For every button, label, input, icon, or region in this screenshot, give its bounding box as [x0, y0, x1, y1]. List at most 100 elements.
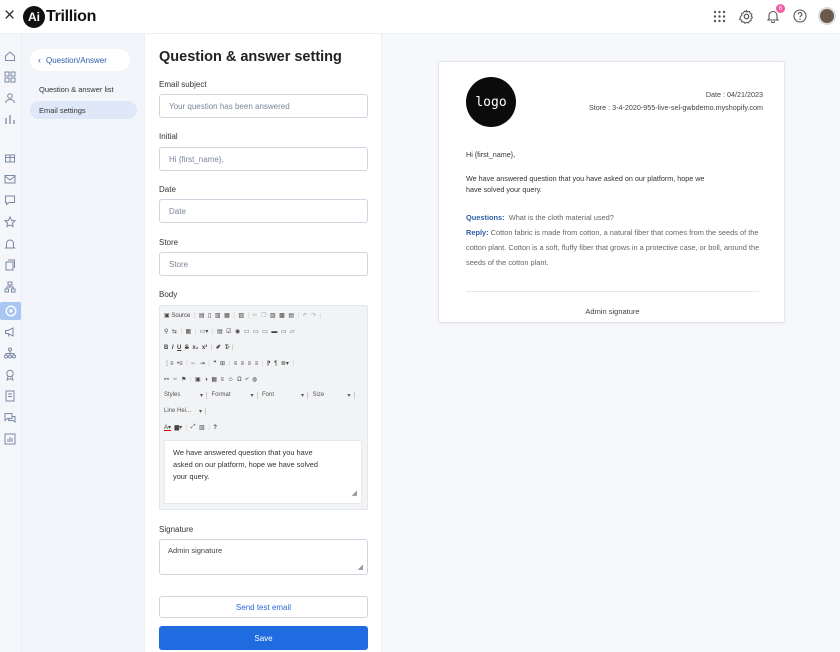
unlink-icon[interactable]: ⚮ [173, 376, 178, 383]
styles-dropdown[interactable]: Styles ▾ [164, 392, 207, 399]
superscript-icon[interactable]: x² [202, 345, 207, 351]
gift-icon[interactable] [3, 150, 17, 164]
hierarchy-icon[interactable] [3, 346, 17, 360]
format-dropdown[interactable]: Format ▾ [212, 392, 258, 399]
remove-format-icon[interactable]: T̷ [224, 345, 228, 351]
find-icon[interactable]: ⚲ [164, 328, 168, 335]
replace-icon[interactable]: ⇆ [172, 328, 177, 335]
app-logo[interactable]: Ai Trillion [23, 6, 96, 28]
align-right-icon[interactable]: ≡ [248, 361, 252, 367]
save-button[interactable]: Save [159, 626, 368, 650]
ltr-icon[interactable]: ⁋ [267, 360, 271, 367]
subnav-item-email-settings[interactable]: Email settings [30, 101, 137, 119]
anchor-flag-icon[interactable]: ⚑ [181, 376, 186, 383]
user-avatar[interactable] [818, 7, 836, 25]
undo-icon[interactable]: ↶ [303, 312, 308, 319]
save-doc-icon[interactable]: ▤ [199, 312, 205, 319]
sitemap-icon[interactable] [3, 280, 17, 294]
align-left-icon[interactable]: ≡ [234, 361, 238, 367]
send-test-email-button[interactable]: Send test email [159, 596, 368, 618]
italic-icon[interactable]: I [172, 345, 174, 351]
paste-text-icon[interactable]: ▩ [279, 312, 285, 319]
language-icon[interactable]: ≣▾ [281, 360, 289, 367]
size-dropdown[interactable]: Size ▾ [313, 392, 355, 399]
analytics-icon[interactable] [3, 112, 17, 126]
apps-grid-icon[interactable] [710, 7, 728, 25]
email-subject-input[interactable]: Your question has been answered [159, 94, 368, 118]
strike-icon[interactable]: S [185, 345, 189, 351]
redo-icon[interactable]: ↷ [311, 312, 316, 319]
initial-input[interactable]: Hi {first_name}, [159, 147, 368, 171]
maximize-icon[interactable]: ⤢ [191, 424, 196, 431]
special-char-icon[interactable]: Ω [237, 377, 242, 383]
div-icon[interactable]: ⊞ [220, 360, 225, 367]
editor-help-icon[interactable]: ? [213, 425, 217, 431]
flash-icon[interactable]: ◑ [204, 377, 208, 383]
print-icon[interactable]: ▦ [224, 312, 230, 319]
font-dropdown[interactable]: Font ▾ [262, 392, 308, 399]
body-edit-area[interactable]: We have answered question that you have … [164, 440, 362, 504]
settings-gear-icon[interactable] [737, 7, 755, 25]
paste-icon[interactable]: ▨ [270, 312, 276, 319]
blockquote-icon[interactable]: ❞ [213, 360, 216, 367]
subnav-item-question-answer-list[interactable]: Question & answer list [30, 80, 137, 98]
notifications-bell-icon[interactable]: 6 [764, 4, 785, 25]
numbered-list-icon[interactable]: ⋮≡ [164, 360, 174, 367]
justify-icon[interactable]: ≡ [255, 361, 259, 367]
star-icon[interactable] [3, 215, 17, 229]
image-icon[interactable]: ▣ [195, 376, 201, 383]
image-button-icon[interactable]: ▭ [281, 328, 287, 335]
horizontal-rule-icon[interactable]: ≡ [220, 377, 224, 383]
select-all-icon[interactable]: ▦ [186, 328, 192, 335]
form-icon[interactable]: ▤ [217, 328, 223, 335]
mail-icon[interactable] [3, 172, 17, 186]
chat-icon[interactable] [3, 193, 17, 207]
store-input[interactable]: Store [159, 252, 368, 276]
iframe-icon[interactable]: ◍ [252, 376, 257, 383]
checkbox-icon[interactable]: ☑ [226, 328, 231, 335]
select-icon[interactable]: ▭ [262, 328, 268, 335]
hidden-field-icon[interactable]: ▱ [290, 328, 295, 335]
bg-color-icon[interactable]: ▆▾ [175, 424, 183, 431]
align-center-icon[interactable]: ≡ [241, 361, 245, 367]
textfield-icon[interactable]: ▭ [244, 328, 250, 335]
home-icon[interactable] [3, 49, 17, 63]
document-icon[interactable] [3, 389, 17, 403]
resize-handle-icon[interactable]: ◢ [358, 563, 363, 571]
report-icon[interactable] [3, 432, 17, 446]
button-icon[interactable]: ▬ [271, 329, 277, 335]
new-page-icon[interactable]: ▯ [208, 312, 211, 319]
pages-icon[interactable] [3, 258, 17, 272]
rtl-icon[interactable]: ¶ [274, 361, 277, 367]
resize-handle-icon[interactable]: ◢ [352, 488, 357, 500]
line-height-dropdown[interactable]: Line Hei... ▾ [164, 408, 206, 415]
bold-icon[interactable]: B [164, 345, 168, 351]
table-icon[interactable]: ▦ [211, 376, 217, 383]
dashboard-icon[interactable] [3, 70, 17, 84]
help-icon[interactable] [791, 7, 809, 25]
text-color-icon[interactable]: A▾ [164, 424, 171, 431]
badge-icon[interactable] [3, 368, 17, 382]
close-icon[interactable]: × [4, 6, 20, 25]
messages-icon[interactable] [3, 411, 17, 425]
link-icon[interactable]: ⚯ [164, 376, 169, 383]
indent-icon[interactable]: ⇥ [200, 360, 205, 367]
alert-bell-icon[interactable] [3, 237, 17, 251]
textarea-icon[interactable]: ▭ [253, 328, 259, 335]
outdent-icon[interactable]: ⇤ [191, 360, 196, 367]
subscript-icon[interactable]: x₂ [192, 345, 198, 351]
source-button[interactable]: ▣ Source [164, 312, 190, 319]
smiley-icon[interactable]: ☺ [228, 377, 234, 383]
date-input[interactable]: Date [159, 199, 368, 223]
signature-textarea[interactable]: Admin signature ◢ [159, 539, 368, 575]
radio-icon[interactable]: ◉ [235, 328, 240, 335]
copy-format-icon[interactable]: ✐ [216, 344, 221, 351]
copy-icon[interactable]: ❐ [261, 312, 266, 319]
page-break-icon[interactable]: ⤶ [245, 376, 248, 383]
show-blocks-icon[interactable]: ▥ [199, 424, 205, 431]
megaphone-icon[interactable] [3, 325, 17, 339]
question-answer-icon[interactable] [0, 302, 21, 320]
bullet-list-icon[interactable]: •≡ [177, 361, 183, 367]
preview-icon[interactable]: ▥ [215, 312, 221, 319]
paste-word-icon[interactable]: ▤ [288, 312, 294, 319]
